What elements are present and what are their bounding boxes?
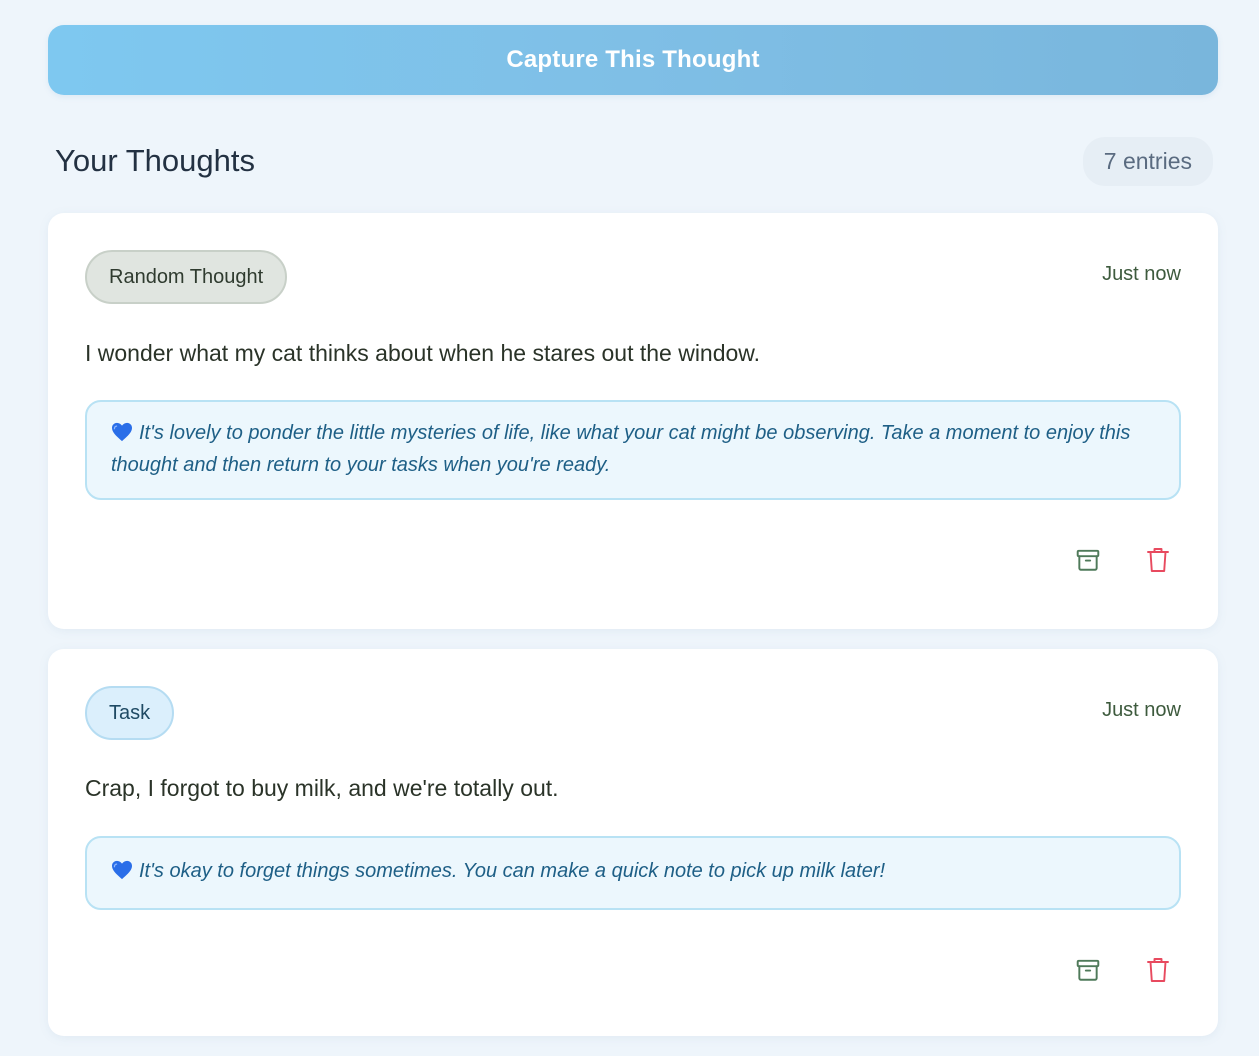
blue-heart-icon (111, 422, 133, 451)
thought-text: Crap, I forgot to buy milk, and we're to… (85, 775, 559, 801)
supportive-note-text: It's lovely to ponder the little mysteri… (111, 422, 1131, 476)
thought-card: Task Just now Crap, I forgot to buy milk… (48, 649, 1218, 1036)
thought-card: Random Thought Just now I wonder what my… (48, 213, 1218, 629)
thought-text: I wonder what my cat thinks about when h… (85, 340, 761, 366)
archive-button[interactable] (1076, 547, 1100, 575)
thought-tag: Random Thought (85, 250, 288, 304)
delete-button[interactable] (1146, 547, 1170, 575)
card-actions (1076, 547, 1170, 575)
blue-heart-icon (111, 860, 133, 889)
thought-timestamp: Just now (1102, 699, 1181, 721)
thought-timestamp: Just now (1102, 263, 1181, 285)
thought-tag: Task (85, 686, 175, 740)
archive-icon (1075, 547, 1101, 576)
thoughts-list-header: Your Thoughts 7 entries (55, 136, 1213, 186)
capture-thought-button[interactable]: Capture This Thought (48, 25, 1218, 95)
archive-icon (1075, 957, 1101, 986)
supportive-note: It's okay to forget things sometimes. Yo… (85, 836, 1181, 910)
list-title: Your Thoughts (55, 143, 255, 178)
trash-icon (1146, 956, 1170, 987)
delete-button[interactable] (1146, 957, 1170, 985)
entry-count-badge: 7 entries (1082, 136, 1213, 186)
supportive-note-text: It's okay to forget things sometimes. Yo… (139, 860, 886, 882)
trash-icon (1146, 546, 1170, 577)
archive-button[interactable] (1076, 957, 1100, 985)
supportive-note: It's lovely to ponder the little mysteri… (85, 400, 1181, 500)
card-actions (1076, 957, 1170, 985)
